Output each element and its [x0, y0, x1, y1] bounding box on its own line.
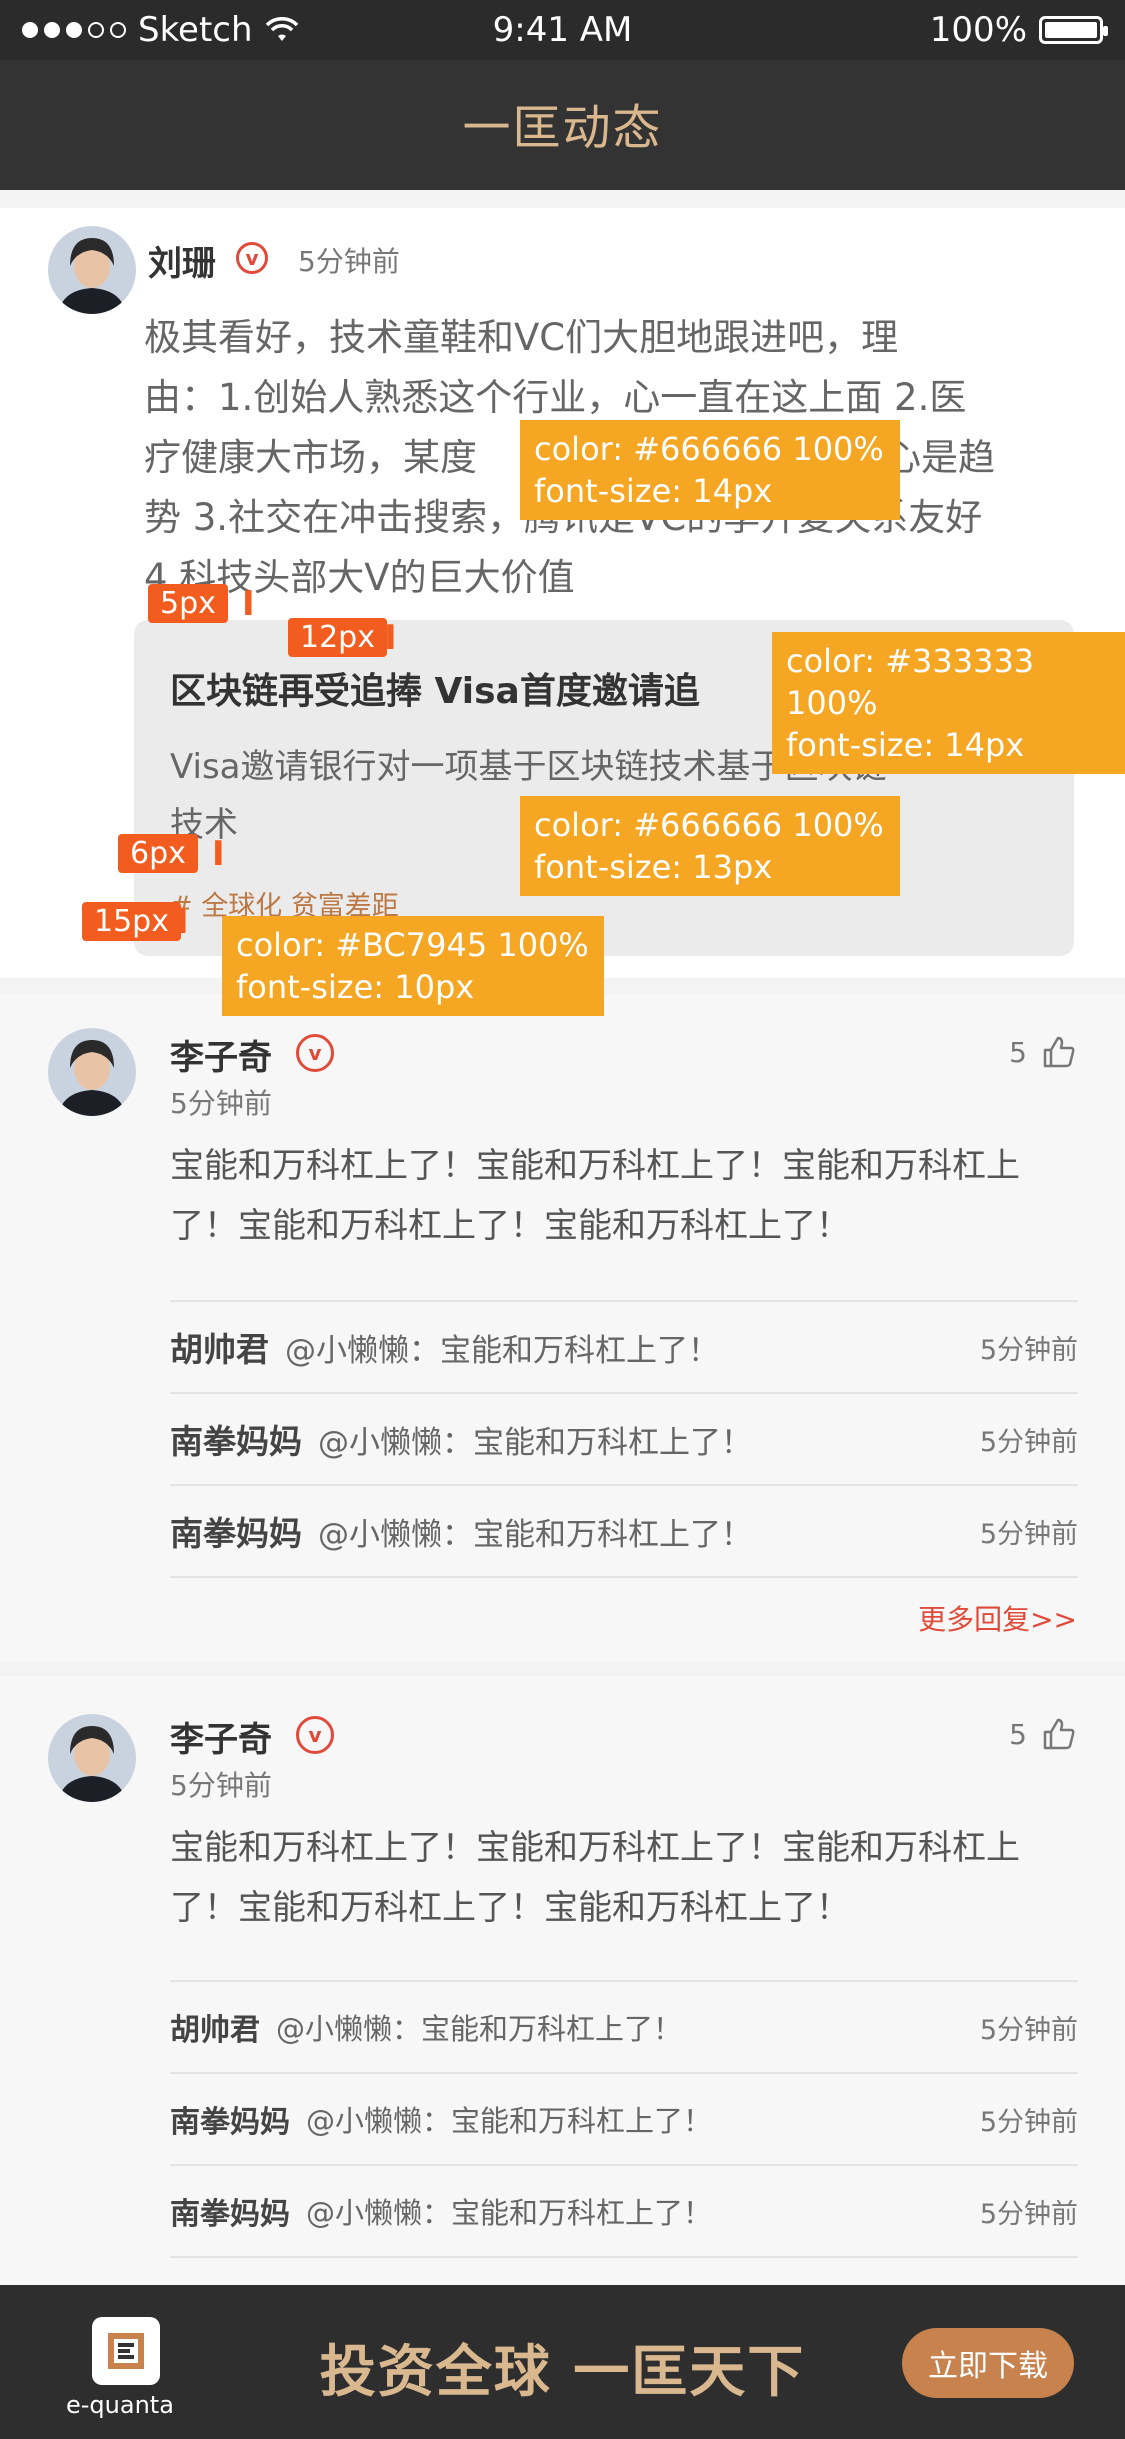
- author-name[interactable]: 刘珊: [148, 236, 216, 285]
- verified-icon: v: [296, 1716, 334, 1754]
- comment-time: 5分钟前: [170, 1087, 272, 1120]
- reply-time: 5分钟前: [979, 1518, 1078, 1550]
- avatar[interactable]: [48, 1714, 136, 1802]
- style-annotation: color: #BC7945 100% font-size: 10px: [222, 916, 604, 1016]
- comment-content: 宝能和万科杠上了！宝能和万科杠上了！宝能和万科杠上 了！宝能和万科杠上了！宝能和…: [170, 1818, 1090, 1938]
- thumbs-up-icon: [1043, 1718, 1075, 1750]
- comment-time: 5分钟前: [170, 1769, 272, 1802]
- style-annotation: color: #666666 100% font-size: 14px: [520, 420, 900, 520]
- article-title: 区块链再受追捧 Visa首度邀请追: [170, 671, 700, 712]
- reply-text: @小懒懒：宝能和万科杠上了！: [276, 2012, 683, 2046]
- comment-content: 宝能和万科杠上了！宝能和万科杠上了！宝能和万科杠上 了！宝能和万科杠上了！宝能和…: [170, 1136, 1090, 1256]
- reply-text: @小懒懒：宝能和万科杠上了！: [285, 1332, 719, 1369]
- reply-author[interactable]: 南拳妈妈: [170, 2189, 290, 2233]
- annotation-font-size: font-size: 10px: [236, 968, 475, 1006]
- spacing-marker-icon: I: [212, 834, 225, 874]
- comment-author[interactable]: 李子奇: [170, 1030, 272, 1079]
- avatar[interactable]: [48, 1028, 136, 1116]
- content-line: 极其看好，技术童鞋和VC们大胆地跟进吧，理: [144, 316, 899, 359]
- status-bar: Sketch 9:41 AM 100%: [0, 0, 1125, 60]
- content-line: 了！宝能和万科杠上了！宝能和万科杠上了！: [170, 1888, 850, 1928]
- comment-author[interactable]: 李子奇: [170, 1712, 272, 1761]
- battery-icon: [1039, 16, 1108, 44]
- title-bar: 一匡动态: [0, 60, 1125, 190]
- content-line: 4.科技头部大V的巨大价值: [144, 556, 575, 599]
- content-line: 由：1.创始人熟悉这个行业，心一直在这上面 2.医: [144, 376, 967, 419]
- annotation-color: color: #666666 100%: [534, 806, 884, 844]
- content-line: 了！宝能和万科杠上了！宝能和万科杠上了！: [170, 1206, 850, 1246]
- reply-author[interactable]: 胡帅君: [170, 1323, 269, 1371]
- content-line: 宝能和万科杠上了！宝能和万科杠上了！宝能和万科杠上: [170, 1146, 1020, 1186]
- spacing-marker-icon: I: [242, 584, 255, 624]
- annotation-color: color: #666666 100%: [534, 430, 884, 468]
- post-time: 5分钟前: [298, 245, 400, 278]
- reply-item[interactable]: 南拳妈妈 @小懒懒：宝能和万科杠上了！ 5分钟前: [170, 1392, 1078, 1484]
- download-button[interactable]: 立即下载: [902, 2328, 1074, 2398]
- comment-card: 李子奇 v 5分钟前 5 宝能和万科杠上了！宝能和万科杠上了！宝能和万科杠上 了…: [0, 994, 1125, 1662]
- like-count: 5: [1009, 1035, 1027, 1069]
- spacing-tag: 12px: [288, 618, 387, 657]
- reply-text: @小懒懒：宝能和万科杠上了！: [318, 1516, 752, 1553]
- more-replies-link[interactable]: 更多回复>>: [918, 1598, 1077, 1638]
- reply-item[interactable]: 胡帅君 @小懒懒：宝能和万科杠上了！ 5分钟前: [170, 1300, 1078, 1392]
- verified-icon: v: [236, 242, 268, 274]
- annotation-color: color: #333333 100%: [786, 642, 1035, 722]
- annotation-font-size: font-size: 13px: [534, 848, 773, 886]
- avatar[interactable]: [48, 226, 136, 314]
- reply-time: 5分钟前: [979, 2106, 1078, 2138]
- spacing-tag: 6px: [118, 834, 198, 873]
- reply-text: @小懒懒：宝能和万科杠上了！: [306, 2196, 713, 2230]
- battery-percent: 100%: [929, 10, 1027, 50]
- spacing-tag: 15px: [82, 902, 181, 941]
- spacing-marker-icon: I: [176, 902, 189, 942]
- reply-item[interactable]: 南拳妈妈 @小懒懒：宝能和万科杠上了！ 5分钟前: [170, 2072, 1078, 2164]
- content-line: 疗健康大市场，某度: [144, 436, 477, 479]
- annotation-font-size: font-size: 14px: [786, 726, 1025, 764]
- reply-author[interactable]: 胡帅君: [170, 2005, 260, 2049]
- reply-author[interactable]: 南拳妈妈: [170, 1507, 302, 1555]
- like-button[interactable]: 5: [1009, 1716, 1077, 1752]
- reply-author[interactable]: 南拳妈妈: [170, 2097, 290, 2141]
- spacing-marker-icon: I: [384, 618, 397, 658]
- style-annotation: color: #666666 100% font-size: 13px: [520, 796, 900, 896]
- annotation-color: color: #BC7945 100%: [236, 926, 589, 964]
- thumbs-up-icon: [1043, 1036, 1075, 1068]
- verified-icon: v: [296, 1034, 334, 1072]
- reply-text: @小懒懒：宝能和万科杠上了！: [306, 2104, 713, 2138]
- reply-author[interactable]: 南拳妈妈: [170, 1415, 302, 1463]
- reply-item[interactable]: 南拳妈妈 @小懒懒：宝能和万科杠上了！ 5分钟前: [170, 2164, 1078, 2258]
- reply-text: @小懒懒：宝能和万科杠上了！: [318, 1424, 752, 1461]
- style-annotation: color: #333333 100% font-size: 14px: [772, 632, 1125, 774]
- content-line: 宝能和万科杠上了！宝能和万科杠上了！宝能和万科杠上: [170, 1828, 1020, 1868]
- spacing-tag: 5px: [148, 584, 228, 623]
- reply-time: 5分钟前: [979, 1426, 1078, 1458]
- reply-time: 5分钟前: [979, 1334, 1078, 1366]
- download-banner: e-quanta 投资全球 一匡天下 立即下载: [0, 2285, 1125, 2439]
- battery-group: 100%: [929, 10, 1108, 50]
- like-count: 5: [1009, 1717, 1027, 1751]
- reply-time: 5分钟前: [979, 2198, 1078, 2230]
- reply-item[interactable]: 南拳妈妈 @小懒懒：宝能和万科杠上了！ 5分钟前: [170, 1484, 1078, 1578]
- reply-time: 5分钟前: [979, 2014, 1078, 2046]
- like-button[interactable]: 5: [1009, 1034, 1077, 1070]
- reply-item[interactable]: 胡帅君 @小懒懒：宝能和万科杠上了！ 5分钟前: [170, 1980, 1078, 2072]
- annotation-font-size: font-size: 14px: [534, 472, 773, 510]
- comment-card: 李子奇 v 5分钟前 5 宝能和万科杠上了！宝能和万科杠上了！宝能和万科杠上 了…: [0, 1676, 1125, 2285]
- page-title: 一匡动态: [462, 100, 663, 156]
